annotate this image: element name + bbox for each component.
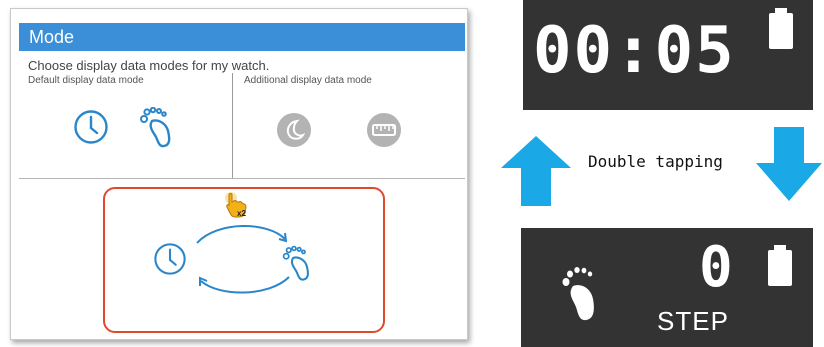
- section-divider: [19, 178, 465, 179]
- time-readout: 00:05: [533, 14, 736, 88]
- clock-icon[interactable]: [73, 109, 109, 145]
- watch-time-display: 00:05: [523, 0, 813, 110]
- step-count: 0: [699, 235, 733, 300]
- tap-count-badge: x2: [237, 209, 246, 218]
- footprint-icon: [281, 245, 319, 283]
- additional-mode-label: Additional display data mode: [244, 75, 372, 86]
- gesture-label: Double tapping: [588, 152, 723, 171]
- footprint-icon[interactable]: [138, 107, 182, 149]
- moon-icon[interactable]: [276, 112, 312, 148]
- arrow-right-curve: [195, 219, 291, 245]
- column-divider: [232, 73, 233, 178]
- default-mode-label: Default display data mode: [28, 75, 144, 86]
- arrow-up-icon: [499, 134, 573, 208]
- intro-text: Choose display data modes for my watch.: [28, 58, 270, 73]
- arrow-left-curve: [195, 273, 291, 299]
- arrow-down-icon: [756, 125, 822, 203]
- watch-step-display: 0 STEP: [521, 228, 813, 347]
- clock-icon: [153, 242, 187, 276]
- dialog-title: Mode: [19, 23, 465, 51]
- battery-icon: [768, 245, 792, 286]
- ruler-icon[interactable]: [366, 112, 402, 148]
- step-label: STEP: [657, 306, 729, 336]
- footprint-icon: [561, 266, 603, 322]
- battery-icon: [769, 8, 793, 49]
- mode-dialog: Mode Choose display data modes for my wa…: [10, 8, 468, 340]
